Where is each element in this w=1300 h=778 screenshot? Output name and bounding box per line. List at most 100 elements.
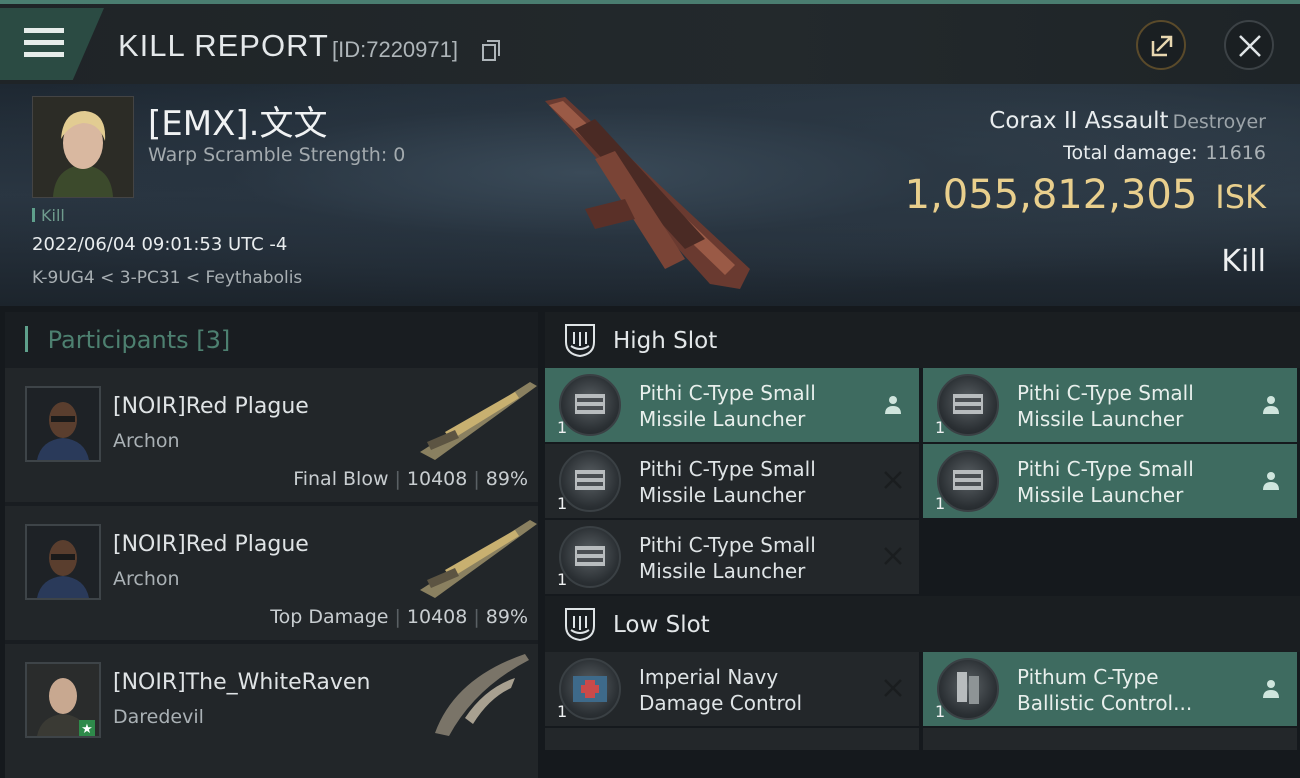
module-name-line2: Missile Launcher [639,407,806,431]
destroyed-x-icon [884,679,902,697]
damage-control-icon [559,658,621,720]
module-name: Pithi C-Type Small Missile Launcher [1017,456,1194,508]
module-quantity: 1 [935,418,946,437]
module-name: Pithi C-Type Small Missile Launcher [639,380,816,432]
participant-damage: 10408 [406,468,468,490]
close-button[interactable] [1224,20,1274,70]
module-name-line1: Pithi C-Type Small [1017,457,1194,481]
participant-ship: Archon [113,568,180,590]
high-slot-icon [565,324,595,358]
participant-row[interactable]: [NOIR]Red Plague Archon Final Blow | 10408… [5,368,538,502]
kill-location[interactable]: K-9UG4 < 3-PC31 < Feythabolis [32,268,302,288]
missile-launcher-icon [937,450,999,512]
low-slot-title: Low Slot [613,612,710,638]
close-icon [1239,35,1261,57]
module-quantity: 1 [557,570,568,589]
victim-portrait[interactable] [32,96,134,198]
participants-count: [3] [196,326,231,354]
participant-ship-image [420,382,537,460]
module-name-line1: Pithi C-Type Small [639,533,816,557]
participant-row[interactable]: ★ [NOIR]The_WhiteRaven Daredevil [5,644,538,778]
participant-avatar [25,386,101,462]
module-card[interactable]: 1 Pithi C-Type Small Missile Launcher [545,444,919,518]
high-slot-title: High Slot [613,328,718,354]
ship-class: Destroyer [1172,111,1266,133]
participants-label: Participants [47,326,189,354]
module-card-partial[interactable] [923,728,1297,750]
destroyed-x-icon [884,471,902,489]
module-name-line1: Imperial Navy [639,665,779,689]
module-card[interactable]: 1 Pithi C-Type Small Missile Launcher [923,444,1297,518]
module-name: Pithi C-Type Small Missile Launcher [639,532,816,584]
module-name-line2: Missile Launcher [639,483,806,507]
participant-ship-image [420,520,537,598]
share-icon [1151,35,1173,57]
menu-button[interactable] [0,8,104,80]
participant-avatar [25,524,101,600]
module-name-line1: Pithum C-Type [1017,665,1159,689]
participant-ship: Daredevil [113,706,204,728]
warp-scramble-strength: Warp Scramble Strength: 0 [148,144,406,166]
total-damage-label: Total damage: [1063,142,1198,164]
svg-text:★: ★ [81,722,93,736]
module-name-line2: Missile Launcher [1017,407,1184,431]
module-card[interactable]: 1 Imperial Navy Damage Control [545,652,919,726]
module-quantity: 1 [557,702,568,721]
victim-name: [EMX].文文 [148,104,328,144]
module-name: Pithi C-Type Small Missile Launcher [1017,380,1194,432]
victim-ship-image [545,97,750,289]
missile-launcher-icon [559,450,621,512]
victim-ship-type[interactable]: Corax II Assault Destroyer [989,108,1266,134]
low-slot-header: Low Slot [545,596,1300,652]
module-name: Imperial Navy Damage Control [639,664,802,716]
participant-stats: Top Damage | 10408 | 89% [270,606,528,628]
module-quantity: 1 [557,418,568,437]
kill-tag: Kill [32,206,65,225]
participant-ship: Archon [113,430,180,452]
module-quantity: 1 [935,494,946,513]
module-quantity: 1 [557,494,568,513]
participant-ship-image [435,654,529,736]
participant-avatar: ★ [25,662,101,738]
participant-stats: Final Blow | 10408 | 89% [293,468,528,490]
module-card-partial[interactable] [545,728,919,750]
missile-launcher-icon [559,526,621,588]
dropped-person-icon [1263,472,1279,490]
module-name: Pithum C-Type Ballistic Control... [1017,664,1192,716]
page-title: KILL REPORT [118,28,329,63]
share-button[interactable] [1136,20,1186,70]
participants-header: Participants [3] [25,326,231,354]
module-quantity: 1 [935,702,946,721]
module-name-line2: Damage Control [639,691,803,715]
dropped-person-icon [1263,680,1279,698]
module-name-line2: Missile Launcher [639,559,806,583]
participant-percent: 89% [485,606,528,628]
victim-banner: [EMX].文文 Warp Scramble Strength: 0 Kill … [0,84,1300,306]
missile-launcher-icon [937,374,999,436]
module-card[interactable]: 1 Pithi C-Type Small Missile Launcher [545,520,919,594]
module-name-line1: Pithi C-Type Small [639,457,816,481]
isk-amount: 1,055,812,305 [904,172,1198,218]
ship-name: Corax II Assault [989,108,1169,134]
dropped-person-icon [1263,396,1279,414]
participants-panel: Participants [3] [NOIR]Red Plague Archon… [5,312,538,778]
module-name-line1: Pithi C-Type Small [639,381,816,405]
module-name-line2: Ballistic Control... [1017,691,1193,715]
module-card[interactable]: 1 Pithi C-Type Small Missile Launcher [545,368,919,442]
total-damage: Total damage: 11616 [1063,142,1266,164]
high-slot-header: High Slot [545,312,1300,368]
module-card[interactable]: 1 Pithi C-Type Small Missile Launcher [923,368,1297,442]
title-bar: KILL REPORT [ID:7220971] [0,0,1300,84]
participant-role: Top Damage [270,606,389,628]
isk-value: 1,055,812,305 ISK [905,172,1266,218]
copy-icon[interactable] [482,40,500,62]
destroyed-x-icon [884,547,902,565]
dropped-person-icon [885,396,901,414]
module-card[interactable]: 1 Pithum C-Type Ballistic Control... [923,652,1297,726]
kill-datetime: 2022/06/04 09:01:53 UTC -4 [32,234,288,255]
participant-name: [NOIR]Red Plague [113,532,309,557]
report-id: [ID:7220971] [332,37,458,62]
participant-row[interactable]: [NOIR]Red Plague Archon Top Damage | 10408… [5,506,538,640]
module-name: Pithi C-Type Small Missile Launcher [639,456,816,508]
participant-percent: 89% [485,468,528,490]
